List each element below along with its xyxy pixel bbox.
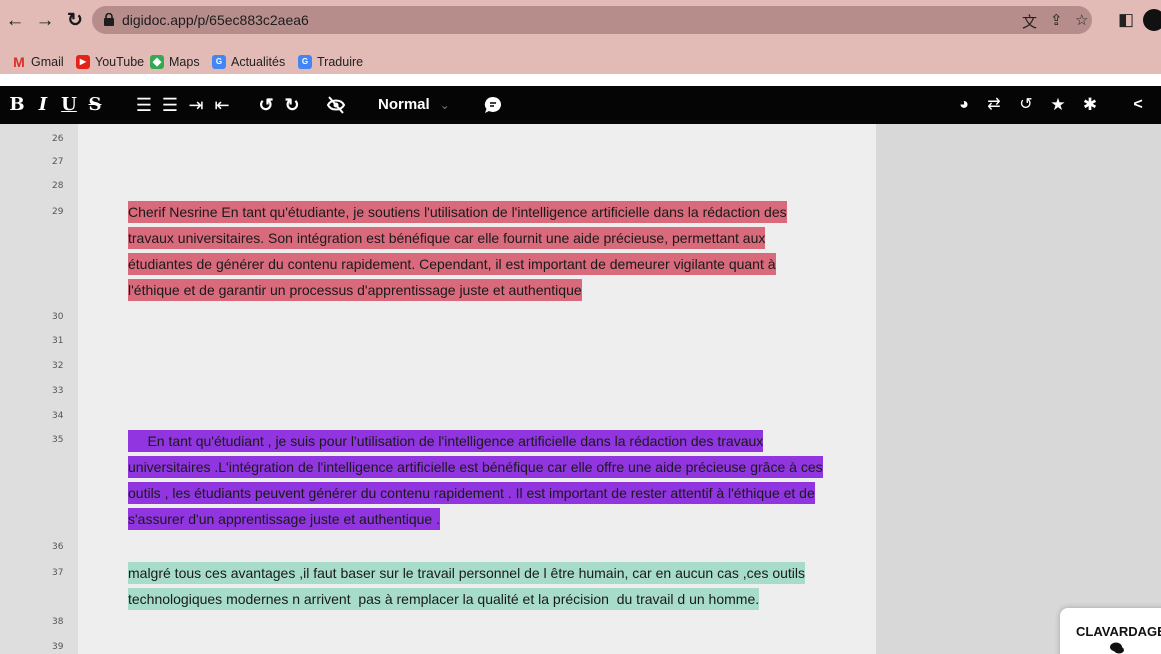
line-number: 26: [52, 134, 64, 144]
bookmark-actualites[interactable]: G Actualités: [212, 53, 285, 71]
back-arrow-icon[interactable]: ←: [2, 8, 28, 34]
underline-button[interactable]: U: [60, 86, 78, 124]
side-panel: [876, 124, 1161, 654]
ordered-list-icon[interactable]: ☰: [134, 86, 154, 124]
bookmark-label: Gmail: [31, 55, 64, 69]
format-select[interactable]: Normal ⌄: [378, 86, 450, 124]
translate-icon[interactable]: 文: [1022, 11, 1037, 32]
line-number-gutter: 26 27 28 29 30 31 32 33 34 35 36 37 38 3…: [0, 124, 78, 654]
bookmark-label: Actualités: [231, 55, 286, 69]
line-number: 38: [52, 617, 64, 627]
address-bar[interactable]: digidoc.app/p/65ec883c2aea6 文 ⇪ ☆: [92, 6, 1092, 34]
highlighted-text: s'assurer d'un apprentissage juste et au…: [128, 508, 440, 530]
line-number: 33: [52, 386, 64, 396]
line-number: 36: [52, 542, 64, 552]
redo-icon[interactable]: ↻: [282, 86, 302, 124]
highlighted-text: l'éthique et de garantir un processus d'…: [128, 279, 582, 301]
chevron-down-icon: ⌄: [439, 98, 450, 112]
highlighted-text: travaux universitaires. Son intégration …: [128, 227, 766, 249]
line-number: 30: [52, 312, 64, 322]
bookmark-maps[interactable]: ◆ Maps: [150, 53, 200, 71]
line-number: 28: [52, 181, 64, 191]
line-number: 35: [52, 435, 64, 445]
highlighted-text: malgré tous ces avantages ,il faut baser…: [128, 562, 806, 584]
url-text: digidoc.app/p/65ec883c2aea6: [122, 12, 309, 28]
paragraph-line-35[interactable]: En tant qu'étudiant , je suis pour l'uti…: [128, 428, 823, 532]
address-row: ← → ↻ digidoc.app/p/65ec883c2aea6 文 ⇪ ☆ …: [0, 6, 1161, 36]
line-number: 32: [52, 361, 64, 371]
translate-bookmark-icon: G: [298, 55, 312, 69]
line-number: 29: [52, 207, 64, 217]
bookmark-label: YouTube: [95, 55, 145, 69]
highlighted-text: En tant qu'étudiant , je suis pour l'uti…: [128, 430, 764, 452]
youtube-icon: ▶: [76, 55, 90, 69]
line-number: 39: [52, 642, 64, 652]
comment-icon[interactable]: [484, 96, 502, 114]
highlighted-text: étudiantes de générer du contenu rapidem…: [128, 253, 776, 275]
news-icon: G: [212, 55, 226, 69]
share-icon[interactable]: <: [1128, 86, 1148, 124]
bookmark-label: Traduire: [317, 55, 364, 69]
bookmark-label: Maps: [169, 55, 200, 69]
paragraph-line-37[interactable]: malgré tous ces avantages ,il faut baser…: [128, 560, 806, 612]
profile-avatar[interactable]: [1143, 9, 1161, 31]
gmail-icon: M: [13, 54, 25, 70]
swap-icon[interactable]: ⇄: [984, 86, 1004, 124]
line-number: 27: [52, 157, 64, 167]
chat-button[interactable]: CLAVARDAGE: [1060, 608, 1161, 654]
undo-icon[interactable]: ↺: [256, 86, 276, 124]
highlighted-text: technologiques modernes n arrivent pas à…: [128, 588, 760, 610]
lock-icon: [104, 13, 114, 26]
indent-icon[interactable]: ⇥: [186, 86, 206, 124]
browser-top-bar: ← → ↻ digidoc.app/p/65ec883c2aea6 文 ⇪ ☆ …: [0, 0, 1161, 50]
bookmark-gmail[interactable]: M Gmail: [12, 53, 64, 71]
outdent-icon[interactable]: ⇤: [212, 86, 232, 124]
italic-button[interactable]: I: [34, 86, 52, 124]
chat-bubble-icon: [1110, 642, 1124, 654]
reload-icon[interactable]: ↻: [62, 8, 88, 34]
maps-icon: ◆: [150, 55, 164, 69]
history-icon[interactable]: ↺: [1016, 86, 1036, 124]
dashboard-icon[interactable]: ◕: [954, 86, 974, 124]
bullet-list-icon[interactable]: ☰: [160, 86, 180, 124]
chat-label: CLAVARDAGE: [1076, 624, 1161, 639]
line-number: 37: [52, 568, 64, 578]
strikethrough-button[interactable]: S: [86, 86, 104, 124]
highlighted-text: outils , les étudiants peuvent générer d…: [128, 482, 815, 504]
line-number: 31: [52, 336, 64, 346]
highlighted-text: universitaires .L'intégration de l'intel…: [128, 456, 823, 478]
gear-icon[interactable]: ✱: [1080, 86, 1100, 124]
star-icon[interactable]: ☆: [1075, 11, 1088, 29]
paragraph-line-29[interactable]: Cherif Nesrine En tant qu'étudiante, je …: [128, 199, 787, 303]
bookmark-youtube[interactable]: ▶ YouTube: [76, 53, 144, 71]
bold-button[interactable]: B: [8, 86, 26, 124]
remove-format-icon[interactable]: [326, 96, 346, 114]
star-icon[interactable]: ★: [1048, 86, 1068, 124]
side-panel-icon[interactable]: ◧: [1118, 10, 1134, 30]
bookmark-traduire[interactable]: G Traduire: [298, 53, 363, 71]
format-select-value: Normal: [378, 96, 430, 113]
highlighted-text: Cherif Nesrine En tant qu'étudiante, je …: [128, 201, 787, 223]
editor-toolbar: B I U S ☰ ☰ ⇥ ⇤ ↺ ↻ Normal ⌄ ◕ ⇄ ↺ ★ ✱ <: [0, 86, 1161, 124]
forward-arrow-icon[interactable]: →: [32, 8, 58, 34]
bookmarks-bar: M Gmail ▶ YouTube ◆ Maps G Actualités G …: [0, 50, 1161, 74]
share-icon[interactable]: ⇪: [1050, 11, 1063, 29]
line-number: 34: [52, 411, 64, 421]
